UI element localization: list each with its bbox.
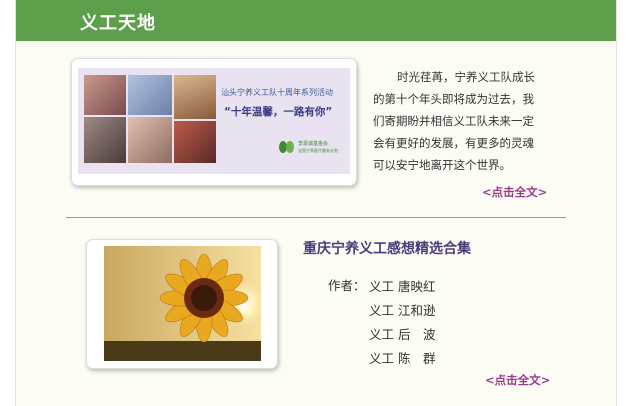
feature-card[interactable]: 汕头宁养义工队十周年系列活动 “十年温馨，一路有你” 李嘉诚基金会 全国宁养医疗… [71, 58, 357, 186]
read-more-link-article[interactable]: <点击全文> [485, 372, 550, 388]
author-item: 义工 唐映红 [369, 279, 436, 294]
foundation-logo: 李嘉诚基金会 全国宁养医疗服务计划 [278, 139, 340, 157]
article-title[interactable]: 重庆宁养义工感想精选合集 [303, 238, 471, 258]
author-item: 义工 后 波 [369, 327, 436, 342]
leaf-logo-icon [279, 141, 294, 153]
article-card[interactable] [86, 239, 278, 369]
banner-slogan: “十年温馨，一路有你” [224, 106, 333, 118]
photo-collage [84, 75, 216, 163]
logo-name: 李嘉诚基金会 [298, 141, 329, 147]
author-item: 义工 陈 群 [369, 351, 436, 366]
author-label: 作者： [328, 278, 366, 293]
feature-banner-image[interactable]: 汕头宁养义工队十周年系列活动 “十年温馨，一路有你” 李嘉诚基金会 全国宁养医疗… [78, 68, 350, 174]
banner-subtitle: 汕头宁养义工队十周年系列活动 [221, 88, 333, 97]
divider [66, 217, 566, 218]
logo-subtext: 全国宁养医疗服务计划 [298, 148, 338, 153]
sunflower-photo[interactable] [104, 246, 261, 361]
section-header: 义工天地 [16, 0, 616, 41]
read-more-link-feature[interactable]: <点击全文> [482, 184, 547, 200]
feature-paragraph: 时光荏苒，宁养义工队成长的第十个年头即将成为过去，我们寄期盼并相信义工队未来一定… [373, 70, 535, 172]
content-panel: 义工天地 汕头宁养义工队十周年系列活动 “十年温馨，一路有你” 李嘉诚基金会 全… [15, 0, 617, 406]
author-item: 义工 江和逊 [369, 303, 436, 318]
author-list: 义工 唐映红 义工 江和逊 义工 后 波 义工 陈 群 [369, 275, 435, 371]
section-title: 义工天地 [80, 13, 156, 34]
